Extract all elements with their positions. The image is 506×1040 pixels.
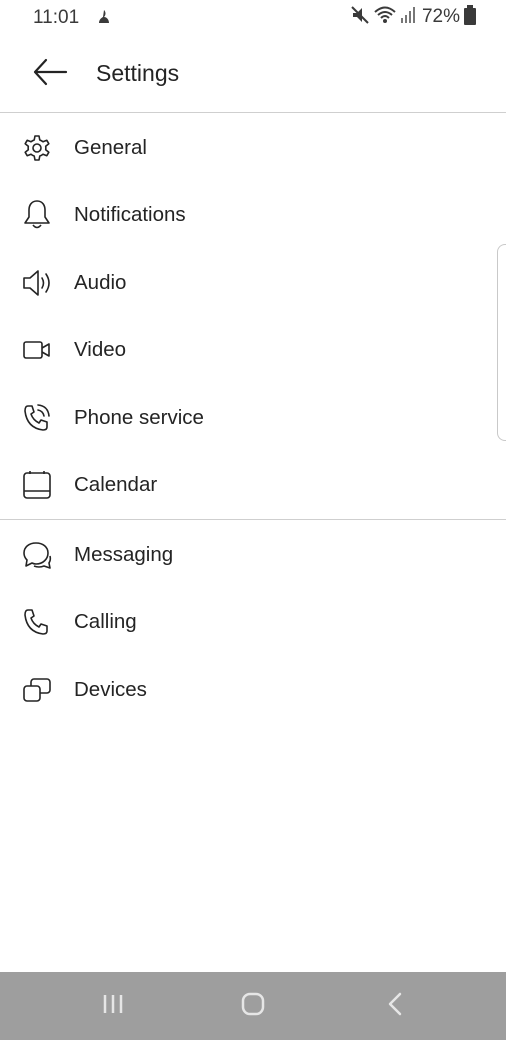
notification-icon bbox=[97, 9, 111, 30]
app-bar: Settings bbox=[0, 36, 506, 113]
settings-menu-primary: General Notifications Audio Video Phone … bbox=[0, 114, 506, 519]
settings-item-label: Calling bbox=[74, 610, 137, 634]
speaker-icon bbox=[20, 266, 54, 300]
settings-item-calling[interactable]: Calling bbox=[0, 589, 506, 657]
settings-item-calendar[interactable]: Calendar bbox=[0, 452, 506, 520]
settings-menu-secondary: Messaging Calling Devices bbox=[0, 521, 506, 724]
status-icons: 72% bbox=[350, 4, 476, 30]
settings-item-video[interactable]: Video bbox=[0, 317, 506, 385]
settings-item-notifications[interactable]: Notifications bbox=[0, 182, 506, 250]
settings-item-label: Video bbox=[74, 338, 127, 362]
video-camera-icon bbox=[20, 333, 54, 367]
page-title: Settings bbox=[96, 60, 180, 86]
gear-icon bbox=[20, 131, 54, 165]
settings-item-phone-service[interactable]: Phone service bbox=[0, 384, 506, 452]
system-navigation-bar bbox=[0, 972, 506, 1040]
status-time: 11:01 bbox=[33, 7, 80, 28]
battery-percentage: 72% bbox=[421, 6, 460, 27]
settings-item-general[interactable]: General bbox=[0, 114, 506, 182]
settings-item-audio[interactable]: Audio bbox=[0, 249, 506, 317]
back-button[interactable] bbox=[28, 54, 72, 94]
settings-item-devices[interactable]: Devices bbox=[0, 656, 506, 724]
phone-icon bbox=[20, 605, 54, 639]
home-icon bbox=[240, 991, 266, 1022]
edge-panel-handle[interactable] bbox=[497, 244, 506, 441]
recent-apps-button[interactable] bbox=[73, 972, 153, 1040]
settings-item-label: Audio bbox=[74, 270, 127, 294]
wifi-icon bbox=[374, 5, 396, 30]
bell-icon bbox=[20, 198, 54, 232]
battery-icon bbox=[464, 4, 476, 30]
back-icon bbox=[385, 991, 405, 1022]
settings-item-label: General bbox=[74, 135, 147, 159]
status-bar: 11:01 72% bbox=[0, 0, 506, 36]
settings-item-label: Phone service bbox=[74, 405, 204, 429]
settings-item-messaging[interactable]: Messaging bbox=[0, 521, 506, 589]
recent-apps-icon bbox=[101, 993, 125, 1020]
phone-ring-icon bbox=[20, 401, 54, 435]
chat-icon bbox=[20, 538, 54, 572]
devices-icon bbox=[20, 673, 54, 707]
nav-back-button[interactable] bbox=[355, 972, 435, 1040]
header-divider bbox=[0, 112, 506, 113]
settings-item-label: Devices bbox=[74, 677, 147, 701]
home-button[interactable] bbox=[213, 972, 293, 1040]
mute-icon bbox=[350, 5, 370, 30]
signal-icon bbox=[400, 6, 416, 29]
back-arrow-icon bbox=[32, 58, 68, 91]
settings-item-label: Calendar bbox=[74, 473, 158, 497]
section-divider bbox=[0, 519, 506, 520]
settings-item-label: Notifications bbox=[74, 203, 186, 227]
calendar-icon bbox=[20, 468, 54, 502]
settings-item-label: Messaging bbox=[74, 542, 174, 566]
